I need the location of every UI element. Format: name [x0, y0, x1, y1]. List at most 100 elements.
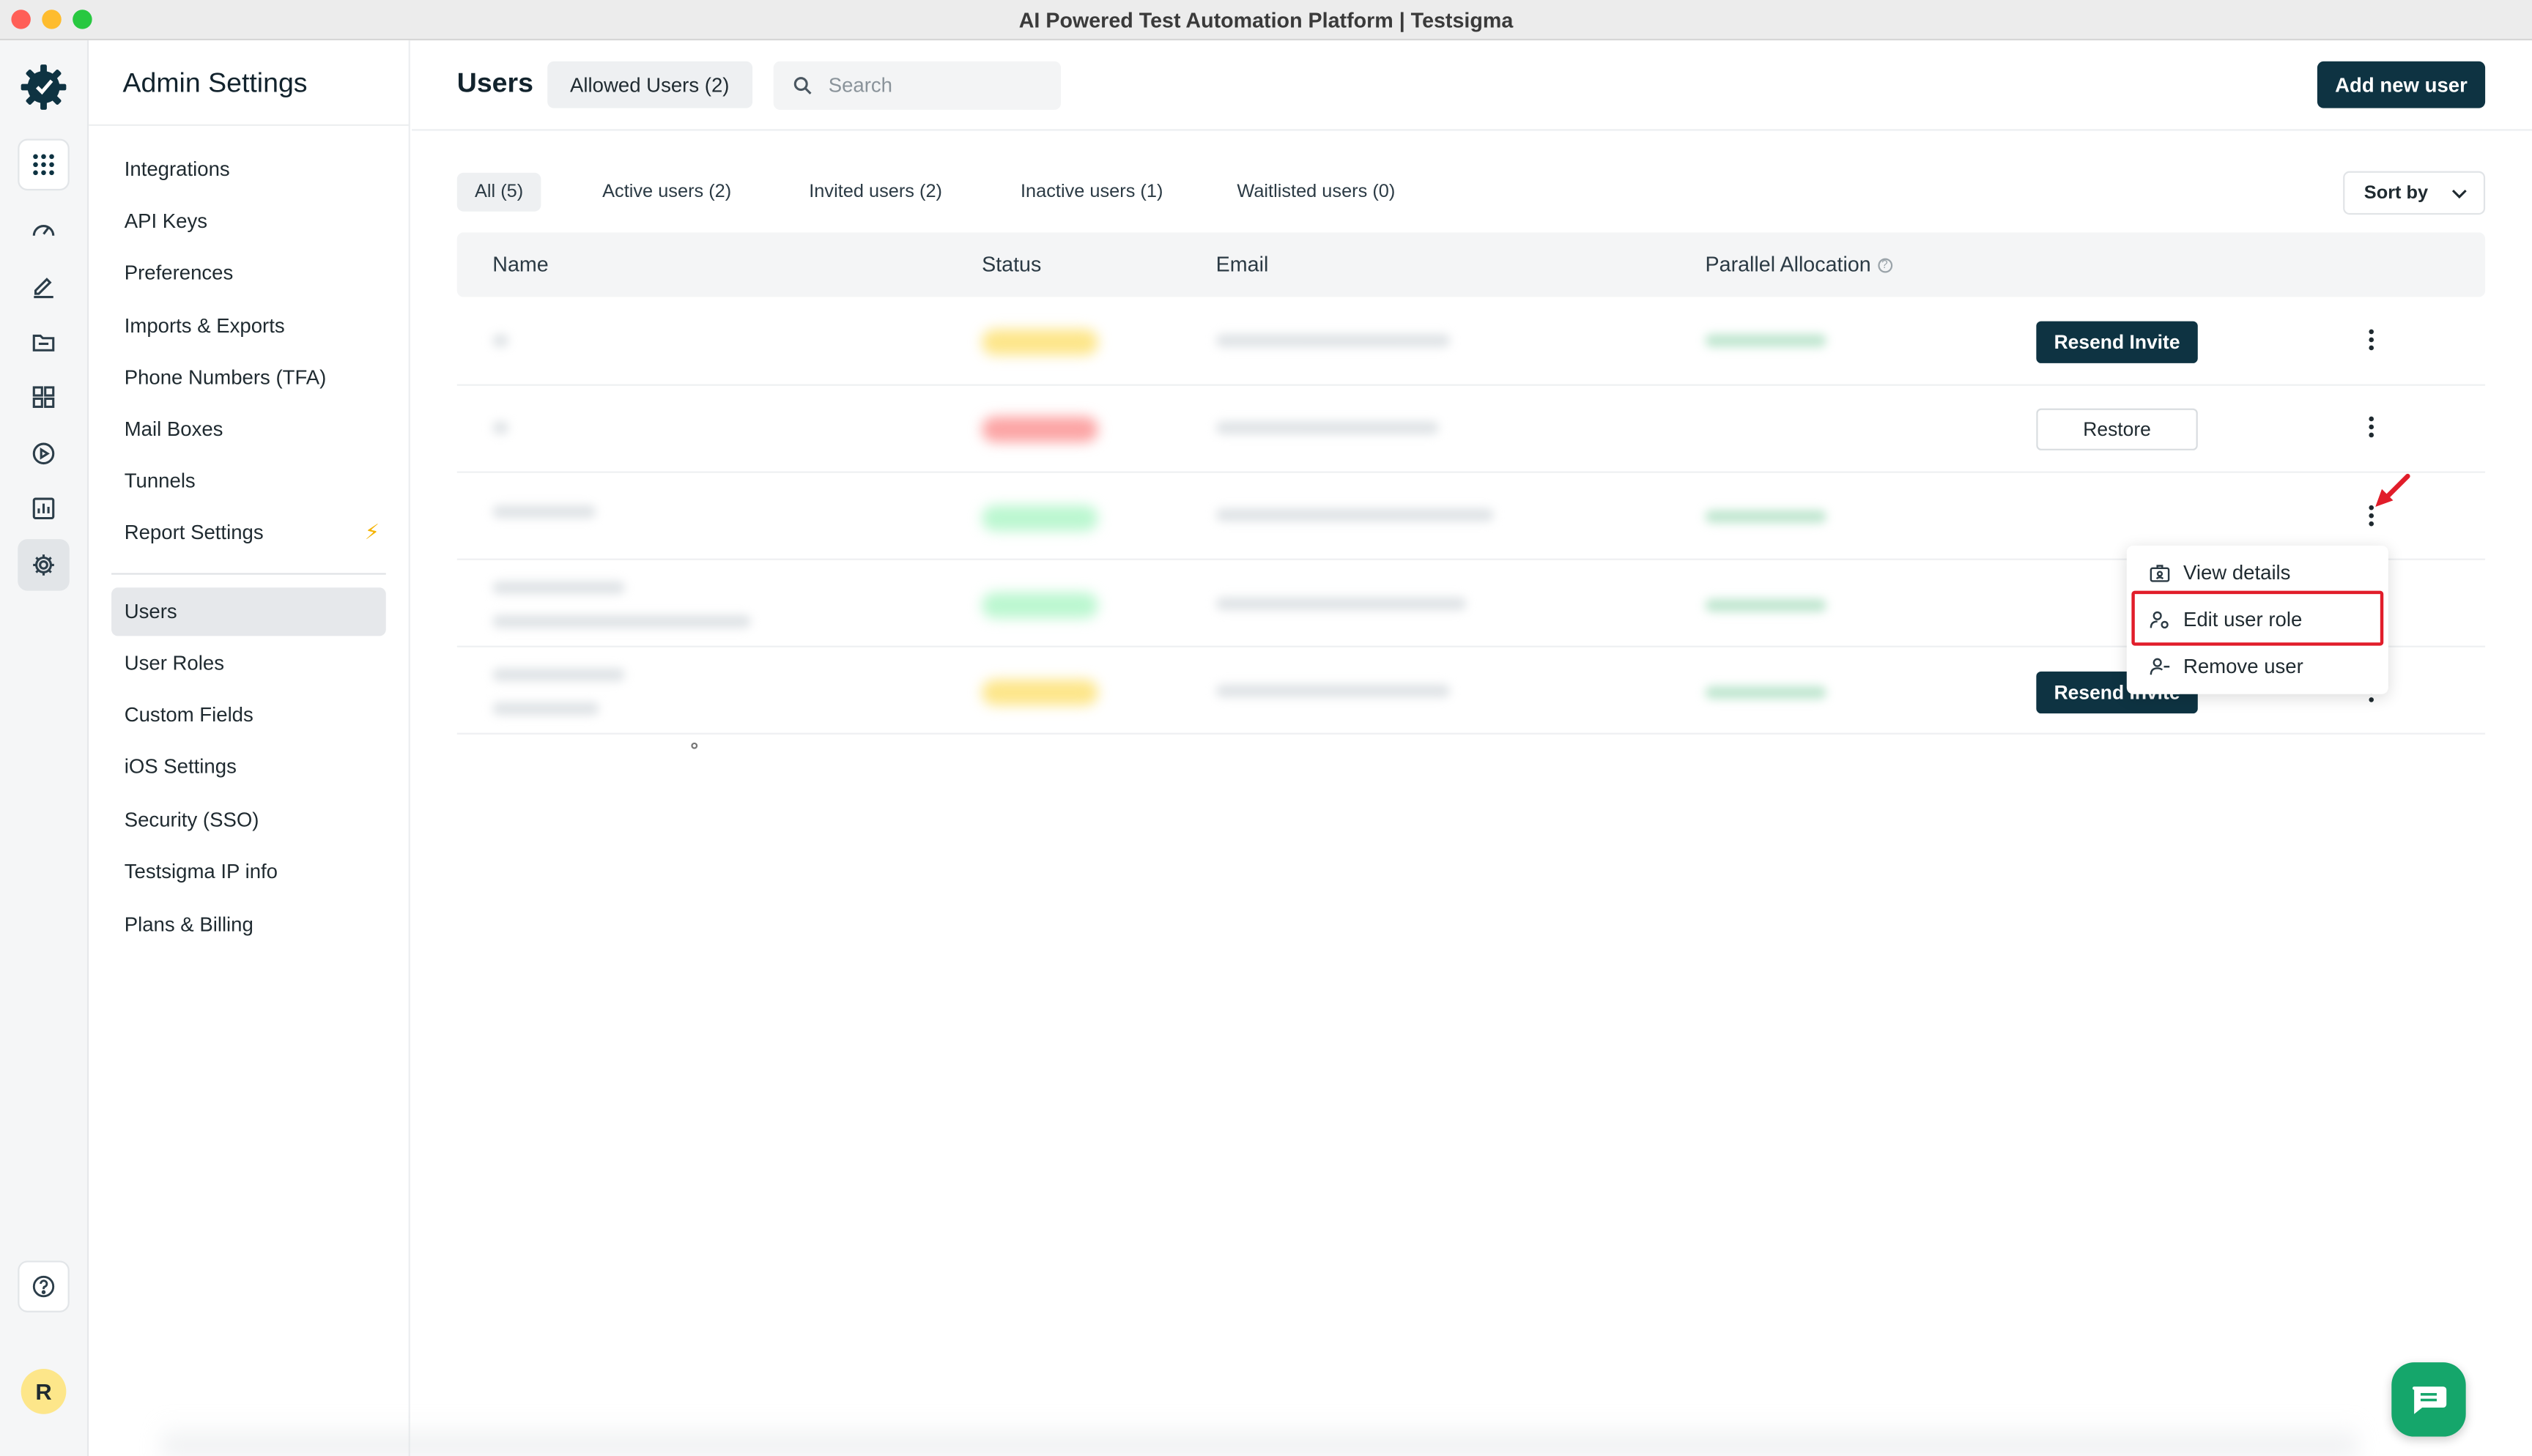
parallel-allocation-blurred: [1705, 686, 1826, 699]
edit-icon[interactable]: [18, 260, 70, 312]
menu-item-edit-user-role[interactable]: Edit user role: [2127, 595, 2388, 642]
restore-button[interactable]: Restore: [2036, 408, 2198, 450]
sidebar-item-label: Mail Boxes: [124, 417, 223, 441]
lightning-icon: ⚡: [364, 519, 380, 544]
info-icon[interactable]: ?: [1877, 258, 1892, 273]
menu-item-view-details[interactable]: View details: [2127, 549, 2388, 595]
user-subtitle-blurred: [492, 702, 599, 716]
table-header: Name Status Email Parallel Allocation?: [456, 232, 2486, 297]
sidebar-item-label: Plans & Billing: [124, 913, 253, 937]
allowed-users-badge[interactable]: Allowed Users (2): [547, 61, 752, 108]
mouse-cursor: [691, 742, 698, 749]
filter-tab-active[interactable]: Active users (2): [585, 173, 749, 212]
chat-icon: [2412, 1386, 2447, 1414]
sidebar-item-integrations[interactable]: Integrations: [111, 145, 386, 193]
user-name-blurred: [492, 668, 625, 682]
sidebar-item-report-settings[interactable]: Report Settings ⚡: [111, 508, 386, 557]
search-input[interactable]: [828, 74, 1039, 97]
menu-item-label: Remove user: [2183, 654, 2303, 677]
sidebar-item-preferences[interactable]: Preferences: [111, 248, 386, 297]
window-titlebar: AI Powered Test Automation Platform | Te…: [0, 0, 2532, 41]
table-row[interactable]: Resend Invite: [456, 299, 2486, 386]
sidebar-item-user-roles[interactable]: User Roles: [111, 639, 386, 688]
annotation-arrow-icon: [2375, 473, 2410, 508]
parallel-allocation-blurred: [1705, 510, 1826, 524]
minimize-window-button[interactable]: [42, 10, 62, 29]
user-email-blurred: [1215, 508, 1494, 521]
sidebar-item-label: iOS Settings: [124, 755, 237, 779]
more-options-icon[interactable]: [2363, 410, 2379, 442]
app-window: AI Powered Test Automation Platform | Te…: [0, 0, 2532, 1456]
sidebar-item-api-keys[interactable]: API Keys: [111, 197, 386, 245]
header-divider: [412, 129, 2532, 131]
column-header-parallel-allocation[interactable]: Parallel Allocation?: [1706, 252, 1892, 276]
app-rail: R: [0, 40, 89, 1456]
folder-icon[interactable]: [18, 316, 70, 368]
parallel-allocation-blurred: [1705, 334, 1826, 347]
sidebar-item-phone-numbers[interactable]: Phone Numbers (TFA): [111, 354, 386, 402]
sidebar-item-label: User Roles: [124, 652, 224, 675]
status-badge: [982, 679, 1098, 706]
user-role-icon: [2150, 610, 2169, 628]
chevron-down-icon: [2451, 188, 2466, 198]
reports-icon[interactable]: [18, 483, 70, 535]
help-icon[interactable]: [18, 1260, 70, 1312]
filter-tab-waitlisted[interactable]: Waitlisted users (0): [1219, 173, 1413, 212]
search-box[interactable]: [773, 61, 1062, 110]
testsigma-logo[interactable]: [18, 62, 70, 114]
sidebar-item-label: Users: [124, 600, 177, 623]
sidebar-item-label: API Keys: [124, 209, 208, 233]
parallel-allocation-blurred: [1705, 598, 1826, 612]
status-badge: [982, 416, 1098, 442]
sidebar-item-label: Phone Numbers (TFA): [124, 366, 327, 390]
avatar[interactable]: R: [21, 1368, 67, 1414]
sidebar-item-imports-exports[interactable]: Imports & Exports: [111, 302, 386, 350]
modules-icon[interactable]: [18, 371, 70, 423]
sidebar-item-label: Security (SSO): [124, 809, 259, 832]
sidebar-item-tunnels[interactable]: Tunnels: [111, 457, 386, 505]
table-row[interactable]: Restore: [456, 386, 2486, 473]
resend-invite-button[interactable]: Resend Invite: [2036, 321, 2198, 363]
user-email-blurred: [1215, 684, 1451, 698]
menu-item-remove-user[interactable]: Remove user: [2127, 642, 2388, 689]
user-subtitle-blurred: [492, 614, 751, 628]
sidebar-item-plans-billing[interactable]: Plans & Billing: [111, 901, 386, 949]
sidebar-item-ios-settings[interactable]: iOS Settings: [111, 743, 386, 791]
bottom-fade: [161, 1420, 2358, 1456]
filter-tab-invited[interactable]: Invited users (2): [791, 173, 960, 212]
settings-icon[interactable]: [18, 539, 70, 591]
sidebar-item-custom-fields[interactable]: Custom Fields: [111, 691, 386, 739]
menu-item-label: View details: [2183, 560, 2291, 584]
sidebar-divider: [89, 124, 410, 126]
column-header-label: Parallel Allocation: [1705, 251, 1871, 276]
window-title: AI Powered Test Automation Platform | Te…: [1018, 7, 1514, 31]
add-new-user-button[interactable]: Add new user: [2317, 61, 2486, 108]
sidebar-item-label: Preferences: [124, 261, 234, 284]
sidebar-item-label: Imports & Exports: [124, 314, 285, 338]
column-header-email[interactable]: Email: [1216, 252, 1269, 276]
sidebar-item-testsigma-ip-info[interactable]: Testsigma IP info: [111, 847, 386, 896]
sort-by-label: Sort by: [2363, 183, 2429, 203]
user-name-blurred: [492, 505, 596, 519]
filter-tab-inactive[interactable]: Inactive users (1): [1003, 173, 1181, 212]
user-name-blurred: [492, 421, 509, 434]
chat-support-button[interactable]: [2391, 1362, 2466, 1437]
filter-tab-all[interactable]: All (5): [456, 172, 541, 212]
run-icon[interactable]: [18, 428, 70, 480]
sidebar-item-mail-boxes[interactable]: Mail Boxes: [111, 405, 386, 453]
close-window-button[interactable]: [11, 10, 31, 29]
sort-by-dropdown[interactable]: Sort by: [2343, 171, 2486, 215]
menu-item-label: Edit user role: [2183, 607, 2303, 631]
status-badge: [982, 592, 1098, 619]
column-header-name[interactable]: Name: [492, 252, 548, 276]
column-header-status[interactable]: Status: [982, 252, 1041, 276]
sidebar-item-security-sso[interactable]: Security (SSO): [111, 796, 386, 844]
sidebar-section-divider: [111, 573, 386, 575]
user-email-blurred: [1215, 334, 1451, 347]
apps-grid-icon[interactable]: [18, 138, 70, 191]
zoom-window-button[interactable]: [73, 10, 92, 29]
sidebar-item-users[interactable]: Users: [111, 587, 386, 636]
more-options-icon[interactable]: [2363, 323, 2379, 355]
dashboard-icon[interactable]: [18, 205, 70, 257]
sidebar-item-label: Custom Fields: [124, 703, 253, 727]
